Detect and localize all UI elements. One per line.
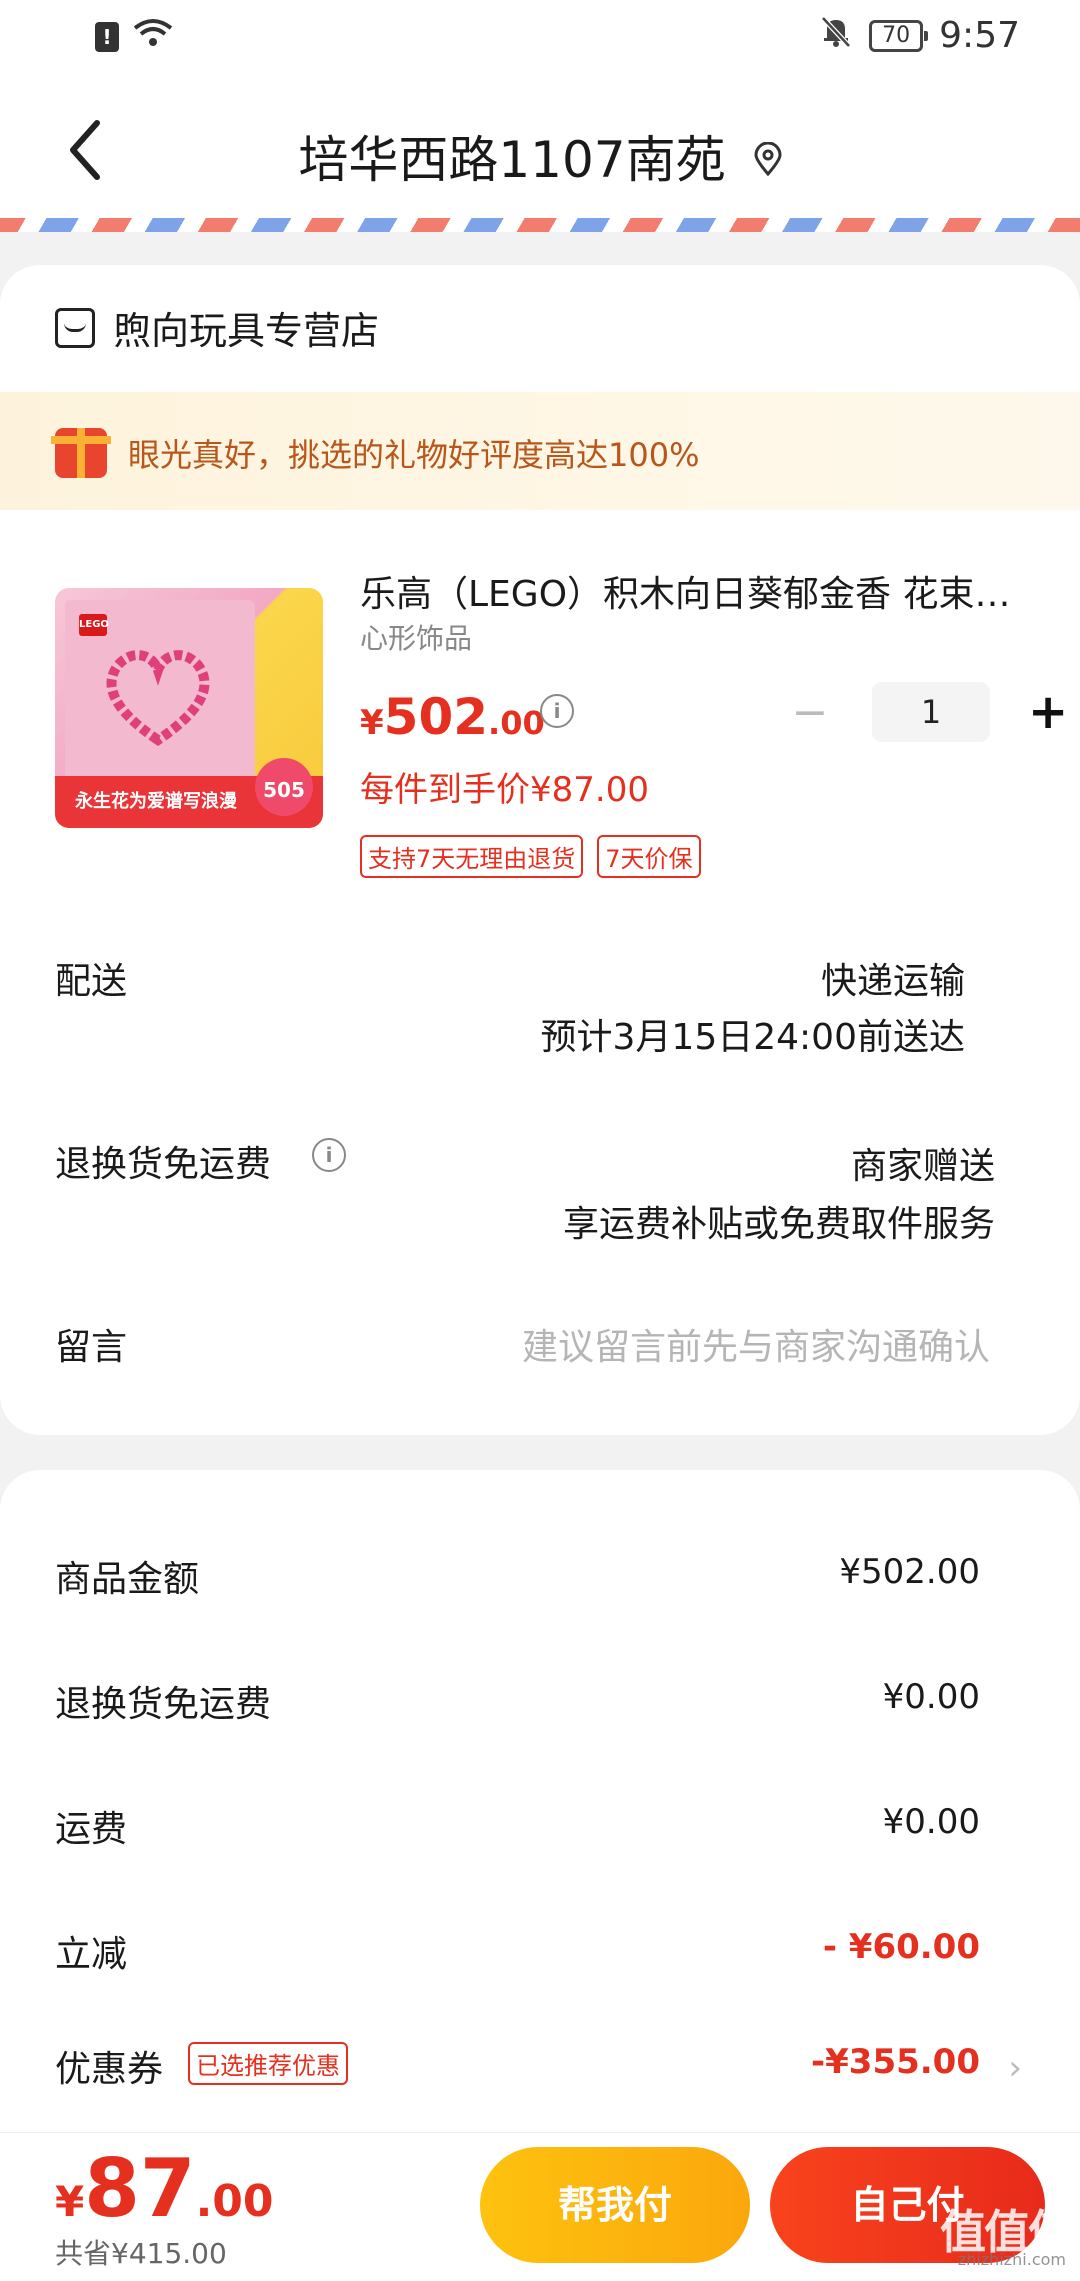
delivery-label: 配送 — [55, 961, 128, 1002]
return-info-icon[interactable]: i — [312, 1138, 346, 1172]
watermark-url: zhizhizhi.com — [957, 2250, 1066, 2269]
chevron-right-icon[interactable]: › — [1008, 2048, 1022, 2088]
decrease-button[interactable]: − — [790, 687, 830, 738]
header: 培华西路1107南苑 — [0, 80, 1080, 220]
help-pay-button[interactable]: 帮我付 — [480, 2147, 750, 2263]
store-name: 煦向玩具专营店 — [113, 309, 380, 353]
delivery-eta: 预计3月15日24:00前送达 — [540, 1017, 965, 1058]
summary-discount-value: - ¥60.00 — [822, 1927, 980, 1967]
sim-alert-icon: ! — [95, 22, 119, 52]
increase-button[interactable]: + — [1028, 684, 1068, 740]
summary-coupon-label: 优惠券 — [55, 2049, 164, 2090]
status-time: 9:57 — [939, 15, 1020, 56]
product-title[interactable]: 乐高（LEGO）积木向日葵郁金香 花束 情人节礼物 — [360, 565, 1020, 617]
delivery-method[interactable]: 快递运输 — [821, 952, 965, 1004]
product-image-badge: 505 — [255, 758, 313, 816]
summary-discount-label: 立减 — [55, 1934, 128, 1975]
heart-wreath-icon — [106, 650, 210, 747]
gift-icon — [51, 428, 111, 478]
total-decimal: .00 — [195, 2176, 274, 2227]
total-currency: ¥ — [55, 2177, 85, 2226]
product-box-face: LEGO — [65, 600, 255, 790]
mute-bell-icon — [819, 14, 853, 57]
total-integer: 87 — [84, 2142, 196, 2235]
service-tags: 支持7天无理由退货 7天价保 — [360, 835, 701, 878]
quantity-value[interactable]: 1 — [872, 682, 990, 742]
airmail-stripe — [0, 218, 1080, 232]
summary-goods-value: ¥502.00 — [839, 1552, 980, 1592]
total-price: ¥87.00 — [55, 2142, 274, 2235]
quantity-stepper: − 1 + — [790, 682, 1068, 742]
status-left-icons: ! — [95, 18, 173, 56]
return-shipping-desc: 享运费补贴或免费取件服务 — [562, 1204, 995, 1245]
status-bar: ! 70 9:57 — [0, 0, 1080, 80]
price-decimal: .00 — [488, 704, 545, 742]
battery-icon: 70 — [869, 19, 929, 52]
saved-amount: 共省¥415.00 — [55, 2237, 227, 2270]
lego-logo: LEGO — [79, 614, 109, 636]
address-title: 培华西路1107南苑 — [298, 131, 726, 189]
store-header[interactable]: 煦向玩具专营店 — [55, 300, 379, 355]
summary-goods-label: 商品金额 — [55, 1559, 200, 1600]
wifi-icon — [133, 18, 173, 56]
price-currency: ¥ — [360, 703, 384, 743]
product-price: ¥502.00 — [360, 688, 545, 746]
gift-banner-text: 眼光真好，挑选的礼物好评度高达100% — [128, 436, 700, 474]
tag-return: 支持7天无理由退货 — [360, 835, 584, 878]
price-integer: 502 — [383, 688, 489, 746]
coupon-tag: 已选推荐优惠 — [188, 2042, 348, 2085]
location-pin-icon — [754, 141, 782, 185]
summary-shipping-value: ¥0.00 — [882, 1802, 980, 1842]
return-shipping-label: 退换货免运费 — [55, 1144, 272, 1185]
product-spec[interactable]: 心形饰品 — [360, 617, 472, 657]
status-right-icons: 70 9:57 — [819, 14, 1020, 57]
return-shipping-value: 商家赠送 — [850, 1146, 995, 1187]
deal-price: 每件到手价¥87.00 — [360, 770, 649, 810]
summary-shipping-label: 运费 — [55, 1809, 128, 1850]
summary-return-label: 退换货免运费 — [55, 1684, 272, 1725]
store-icon — [55, 307, 95, 348]
message-label: 留言 — [55, 1327, 128, 1368]
price-info-icon[interactable]: i — [540, 694, 574, 728]
summary-coupon-value[interactable]: -¥355.00 — [811, 2042, 980, 2082]
summary-return-value: ¥0.00 — [882, 1677, 980, 1717]
tag-price-protect: 7天价保 — [597, 835, 701, 878]
page-title[interactable]: 培华西路1107南苑 — [0, 120, 1080, 192]
product-image[interactable]: LEGO 永生花为爱谱写浪漫 505 — [55, 588, 323, 828]
message-input[interactable]: 建议留言前先与商家沟通确认 — [522, 1318, 990, 1370]
